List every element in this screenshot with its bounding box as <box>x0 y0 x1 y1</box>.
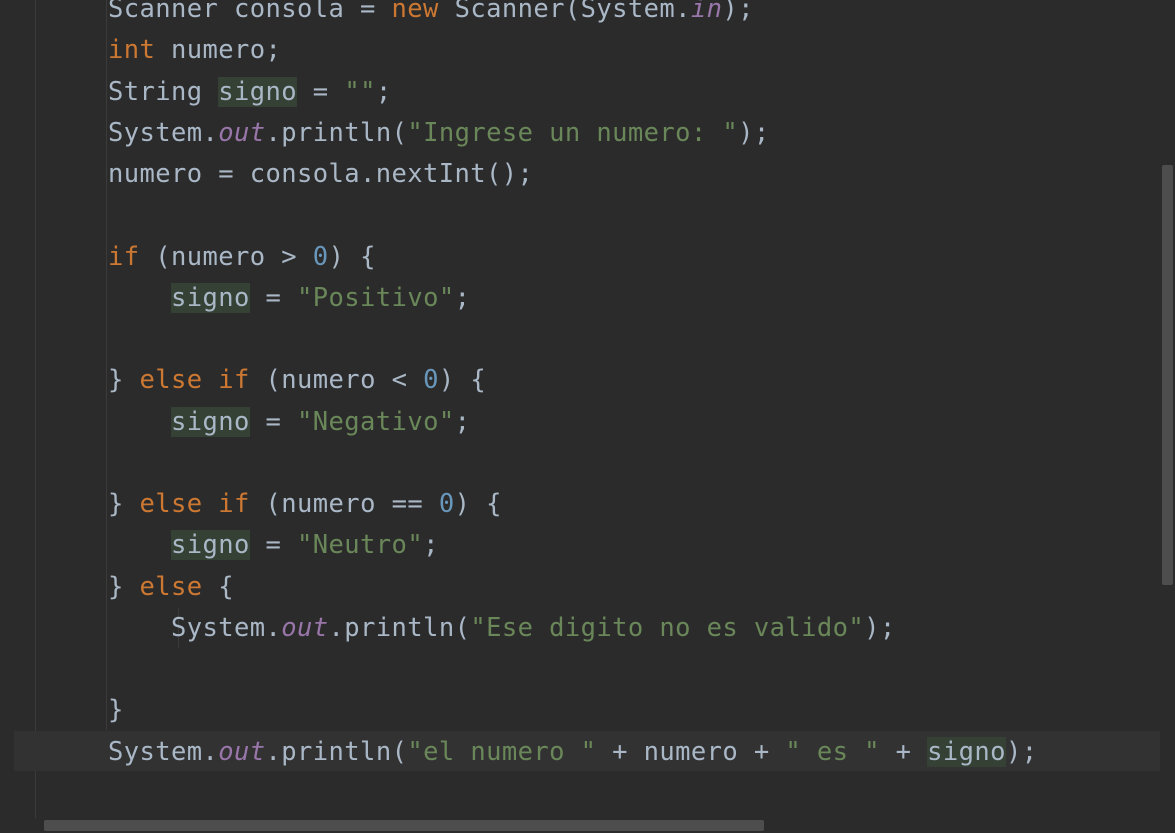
code-token: = <box>297 77 345 107</box>
code-line[interactable]: } <box>108 690 124 731</box>
code-line[interactable]: System.out.println("Ese digito no es val… <box>108 608 896 649</box>
code-line[interactable]: numero = consola.nextInt(); <box>108 154 533 195</box>
code-token: out <box>281 613 329 643</box>
code-token: "Neutro" <box>297 530 424 560</box>
code-token: in <box>690 0 723 24</box>
code-token: new <box>391 0 439 24</box>
code-token: ); <box>722 0 754 24</box>
horizontal-scrollbar-thumb[interactable] <box>44 820 764 831</box>
code-token: "Positivo" <box>297 283 455 313</box>
code-token: "Ingrese un numero: " <box>407 118 739 148</box>
highlighted-identifier: signo <box>218 77 298 107</box>
code-token: "Ese digito no es valido" <box>470 613 865 643</box>
code-token: ; <box>423 530 439 560</box>
code-token: "Negativo" <box>297 407 455 437</box>
code-token: .println( <box>265 118 408 148</box>
code-token: else if <box>139 489 250 519</box>
code-token: System. <box>108 737 219 767</box>
code-token: Scanner(System. <box>438 0 691 24</box>
code-token: (numero < <box>249 365 424 395</box>
horizontal-scrollbar[interactable] <box>0 818 1175 833</box>
code-token: } <box>108 695 124 725</box>
code-token: out <box>218 118 266 148</box>
code-line[interactable]: } else if (numero == 0) { <box>108 484 502 525</box>
code-token: ); <box>864 613 896 643</box>
code-line[interactable]: signo = "Neutro"; <box>108 525 439 566</box>
code-token: if <box>108 242 140 272</box>
code-token: } <box>108 489 140 519</box>
indent-guide <box>35 0 36 818</box>
code-token: ; <box>375 77 392 107</box>
indent-guide <box>106 0 107 730</box>
code-token: System. <box>108 118 219 148</box>
code-line[interactable]: signo = "Positivo"; <box>108 278 470 319</box>
code-token: ); <box>1005 737 1038 767</box>
code-token: ); <box>738 118 770 148</box>
code-token: numero = consola.nextInt(); <box>108 159 534 189</box>
code-token: ) { <box>438 365 487 395</box>
highlighted-identifier: signo <box>927 737 1006 767</box>
code-line[interactable]: if (numero > 0) { <box>108 237 376 278</box>
code-token: = <box>249 407 298 437</box>
code-token: int <box>108 35 156 65</box>
code-token: numero; <box>155 35 282 65</box>
code-token: + numero + <box>596 737 786 767</box>
code-token: .println( <box>328 613 471 643</box>
code-line[interactable]: signo = "Negativo"; <box>108 402 470 443</box>
code-token: String <box>108 77 219 107</box>
highlighted-identifier: signo <box>171 283 250 313</box>
code-token: } <box>108 572 140 602</box>
code-token: ) { <box>454 489 502 519</box>
code-line[interactable]: Scanner consola = new Scanner(System.in)… <box>108 0 754 30</box>
code-token: .println( <box>265 737 408 767</box>
code-token: { <box>202 572 235 602</box>
code-line[interactable]: System.out.println("Ingrese un numero: "… <box>108 113 770 154</box>
code-token: "el numero " <box>407 737 597 767</box>
code-token: = <box>249 283 298 313</box>
code-token: (numero == <box>249 489 439 519</box>
code-token: ; <box>454 407 471 437</box>
code-line[interactable]: int numero; <box>108 30 281 71</box>
code-token: "" <box>344 77 376 107</box>
code-token: " es " <box>785 737 880 767</box>
code-token: 0 <box>438 489 455 519</box>
code-token: Scanner consola = <box>108 0 392 24</box>
highlighted-identifier: signo <box>171 530 250 560</box>
code-token: out <box>218 737 266 767</box>
code-editor[interactable]: Scanner consola = new Scanner(System.in)… <box>0 0 1160 818</box>
code-token: else if <box>139 365 250 395</box>
code-token: } <box>108 365 140 395</box>
code-token: ; <box>454 283 471 313</box>
code-token: 0 <box>423 365 439 395</box>
code-token: = <box>249 530 298 560</box>
code-token: 0 <box>312 242 329 272</box>
code-line[interactable]: String signo = ""; <box>108 72 392 113</box>
code-token: else <box>139 572 203 602</box>
code-line[interactable]: } else { <box>108 567 234 608</box>
vertical-scrollbar-thumb[interactable] <box>1162 165 1173 585</box>
code-token: (numero > <box>139 242 313 272</box>
code-token: System. <box>108 613 282 643</box>
code-token: + <box>879 737 928 767</box>
vertical-scrollbar[interactable] <box>1160 0 1175 818</box>
code-token: ) { <box>328 242 376 272</box>
highlighted-identifier: signo <box>171 407 250 437</box>
code-line[interactable]: } else if (numero < 0) { <box>108 360 486 401</box>
code-line[interactable]: System.out.println("el numero " + numero… <box>108 732 1037 773</box>
